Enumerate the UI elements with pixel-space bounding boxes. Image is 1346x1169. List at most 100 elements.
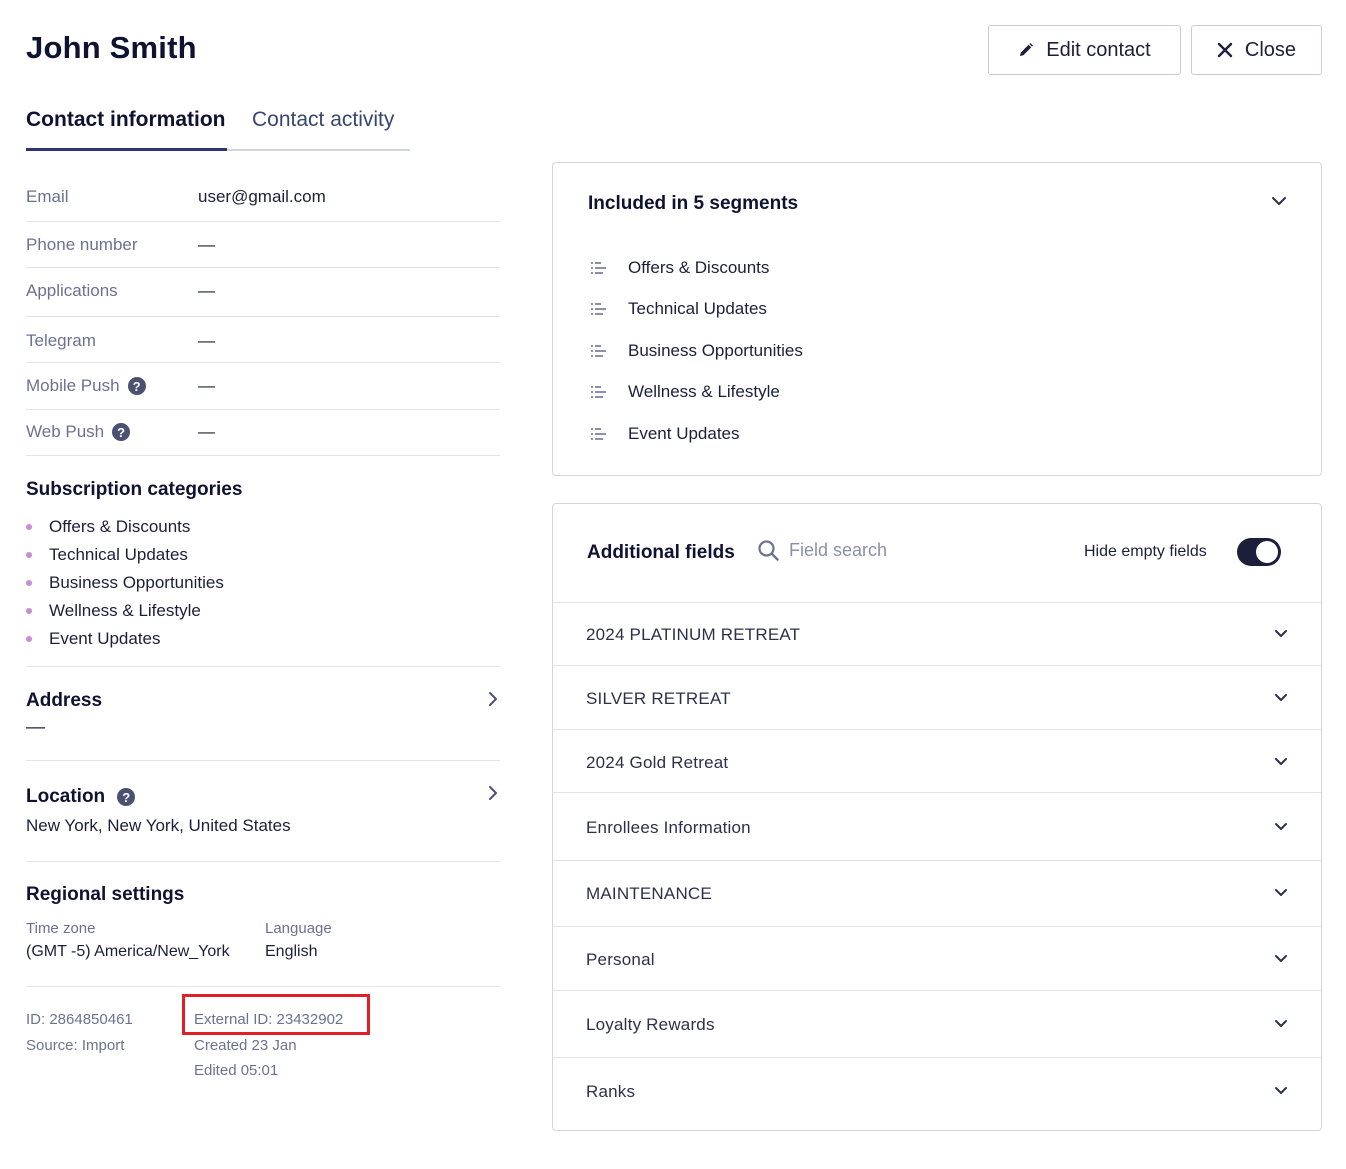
- segment-label: Wellness & Lifestyle: [628, 382, 780, 402]
- field-group-row[interactable]: Personal: [553, 926, 1321, 990]
- field-group-row[interactable]: Ranks: [553, 1057, 1321, 1130]
- field-group-row[interactable]: Enrollees Information: [553, 792, 1321, 860]
- segment-list-icon: [591, 261, 606, 274]
- location-title[interactable]: Location ?: [26, 786, 136, 808]
- field-label-text: Web Push: [26, 422, 105, 441]
- timezone-value: (GMT -5) America/New_York: [26, 943, 230, 960]
- location-value: New York, New York, United States: [26, 816, 291, 835]
- field-label: Phone number: [26, 235, 138, 254]
- field-row-mobile-push: Mobile Push ? —: [26, 363, 500, 410]
- divider: [26, 666, 500, 667]
- close-button[interactable]: Close: [1191, 25, 1322, 75]
- tab-contact-information[interactable]: Contact information: [26, 108, 227, 151]
- list-item-label: Wellness & Lifestyle: [49, 601, 201, 620]
- help-icon[interactable]: ?: [112, 423, 131, 441]
- field-group-row[interactable]: 2024 PLATINUM RETREAT: [553, 602, 1321, 665]
- segments-list: Offers & Discounts Technical Updates Bus…: [591, 247, 803, 455]
- field-search-input[interactable]: [789, 540, 989, 561]
- contact-id: ID: 2864850461: [26, 1011, 133, 1028]
- segment-item[interactable]: Offers & Discounts: [591, 247, 803, 289]
- segment-label: Business Opportunities: [628, 340, 803, 360]
- hide-empty-label: Hide empty fields: [1084, 543, 1207, 560]
- field-value: —: [198, 422, 215, 441]
- segment-list-icon: [591, 427, 606, 440]
- field-group-label: MAINTENANCE: [586, 884, 712, 903]
- segment-list-icon: [591, 344, 606, 357]
- segment-list-icon: [591, 386, 606, 399]
- segment-label: Technical Updates: [628, 299, 767, 319]
- list-item: Offers & Discounts: [26, 513, 224, 541]
- field-group-row[interactable]: SILVER RETREAT: [553, 665, 1321, 729]
- page-title: John Smith: [26, 30, 197, 65]
- segments-card: Included in 5 segments Offers & Discount…: [552, 162, 1322, 476]
- field-value: —: [198, 235, 215, 254]
- field-group-label: Personal: [586, 950, 655, 969]
- list-item-label: Business Opportunities: [49, 573, 224, 592]
- hide-empty-toggle[interactable]: [1237, 538, 1281, 566]
- bullet-icon: [26, 636, 32, 642]
- subscription-list: Offers & Discounts Technical Updates Bus…: [26, 513, 224, 653]
- field-label: Email: [26, 187, 69, 206]
- segment-item[interactable]: Event Updates: [591, 413, 803, 455]
- field-row-email: Email user@gmail.com: [26, 185, 500, 222]
- chevron-down-icon: [1275, 955, 1287, 962]
- contact-source: Source: Import: [26, 1037, 125, 1054]
- chevron-down-icon[interactable]: [1271, 195, 1287, 207]
- chevron-down-icon: [1275, 823, 1287, 830]
- divider: [26, 861, 500, 862]
- regional-title: Regional settings: [26, 884, 185, 905]
- chevron-down-icon: [1275, 758, 1287, 765]
- chevron-right-icon[interactable]: [486, 784, 500, 802]
- field-group-label: Enrollees Information: [586, 818, 751, 837]
- field-row-telegram: Telegram —: [26, 317, 500, 363]
- field-label: Web Push ?: [26, 422, 131, 442]
- highlight-box: [182, 994, 370, 1035]
- field-group-label: SILVER RETREAT: [586, 689, 731, 708]
- search-icon: [758, 540, 779, 561]
- bullet-icon: [26, 552, 32, 558]
- field-label-text: Mobile Push: [26, 376, 120, 395]
- created-date: Created 23 Jan: [194, 1037, 297, 1054]
- field-value: —: [198, 331, 215, 350]
- field-value[interactable]: user@gmail.com: [198, 187, 326, 207]
- segment-list-icon: [591, 303, 606, 316]
- field-value: —: [198, 376, 215, 395]
- help-icon[interactable]: ?: [127, 377, 146, 395]
- chevron-down-icon: [1275, 1087, 1287, 1094]
- list-item-label: Offers & Discounts: [49, 517, 191, 536]
- segment-item[interactable]: Wellness & Lifestyle: [591, 372, 803, 414]
- field-label: Telegram: [26, 331, 96, 350]
- edit-contact-button[interactable]: Edit contact: [988, 25, 1181, 75]
- additional-fields-card: Additional fields Hide empty fields 2024…: [552, 503, 1322, 1131]
- edited-time: Edited 05:01: [194, 1062, 279, 1079]
- segment-item[interactable]: Business Opportunities: [591, 330, 803, 372]
- tab-bar: Contact information Contact activity: [26, 100, 410, 151]
- address-value: —: [26, 717, 45, 738]
- close-label: Close: [1244, 38, 1297, 61]
- bullet-icon: [26, 608, 32, 614]
- chevron-down-icon: [1275, 889, 1287, 896]
- field-group-label: 2024 Gold Retreat: [586, 753, 729, 772]
- field-group-row[interactable]: MAINTENANCE: [553, 860, 1321, 926]
- address-title[interactable]: Address: [26, 690, 102, 712]
- divider: [26, 986, 500, 987]
- list-item: Event Updates: [26, 625, 224, 653]
- subscription-title: Subscription categories: [26, 479, 243, 500]
- field-group-row[interactable]: Loyalty Rewards: [553, 990, 1321, 1057]
- list-item-label: Event Updates: [49, 629, 161, 648]
- location-title-text: Location: [26, 786, 106, 807]
- list-item: Technical Updates: [26, 541, 224, 569]
- edit-contact-label: Edit contact: [1046, 38, 1151, 61]
- segment-label: Event Updates: [628, 423, 740, 443]
- chevron-right-icon[interactable]: [486, 690, 500, 708]
- language-label: Language: [265, 920, 332, 937]
- chevron-down-icon: [1275, 630, 1287, 637]
- additional-fields-title: Additional fields: [587, 542, 735, 563]
- segment-item[interactable]: Technical Updates: [591, 289, 803, 331]
- help-icon[interactable]: ?: [117, 788, 136, 806]
- field-group-row[interactable]: 2024 Gold Retreat: [553, 729, 1321, 792]
- tab-contact-activity[interactable]: Contact activity: [252, 108, 394, 132]
- field-value: —: [198, 281, 215, 300]
- list-item: Business Opportunities: [26, 569, 224, 597]
- chevron-down-icon: [1275, 694, 1287, 701]
